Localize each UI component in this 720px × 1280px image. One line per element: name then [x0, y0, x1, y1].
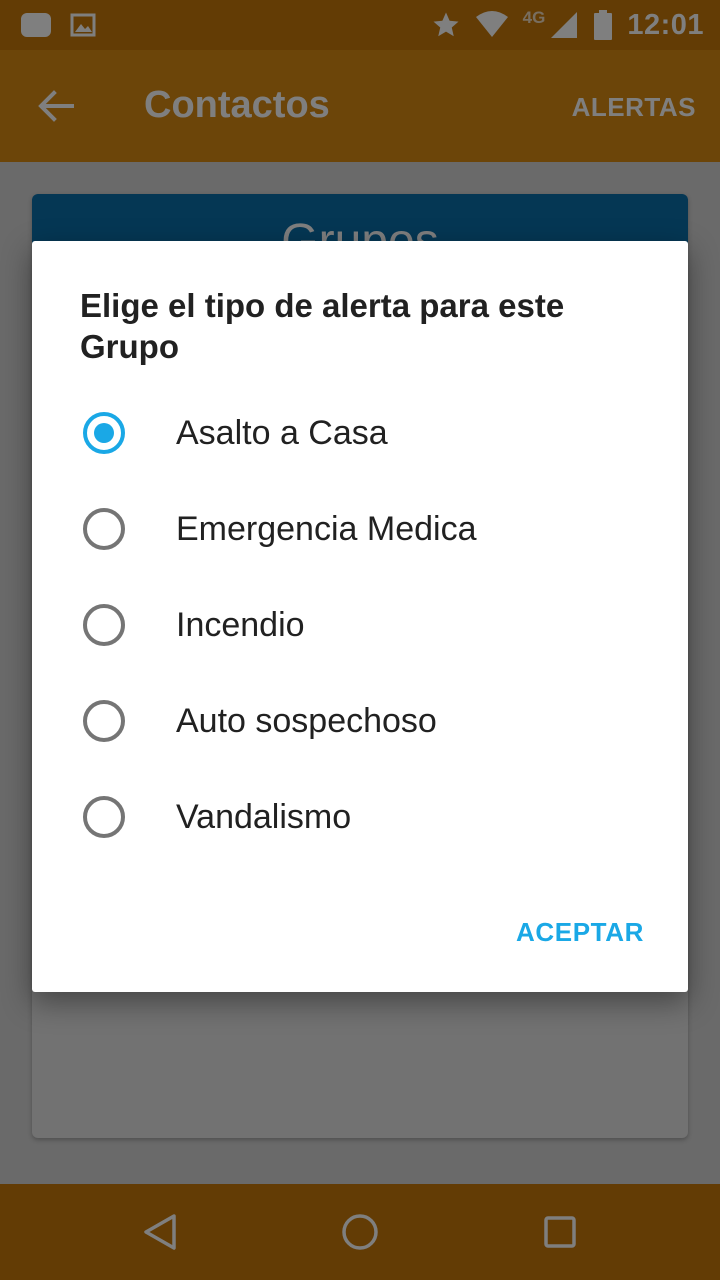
radio-checked-icon[interactable] [83, 412, 125, 454]
option-auto-sospechoso[interactable]: Auto sospechoso [32, 673, 688, 769]
radio-unchecked-icon[interactable] [83, 796, 125, 838]
alert-type-options: Asalto a Casa Emergencia Medica Incendio… [32, 385, 688, 865]
option-label: Vandalismo [176, 798, 352, 836]
option-emergencia-medica[interactable]: Emergencia Medica [32, 481, 688, 577]
option-label: Emergencia Medica [176, 510, 477, 548]
option-label: Incendio [176, 606, 305, 644]
option-incendio[interactable]: Incendio [32, 577, 688, 673]
option-vandalismo[interactable]: Vandalismo [32, 769, 688, 865]
accept-button[interactable]: ACEPTAR [516, 917, 644, 948]
option-asalto-a-casa[interactable]: Asalto a Casa [32, 385, 688, 481]
radio-unchecked-icon[interactable] [83, 604, 125, 646]
radio-unchecked-icon[interactable] [83, 508, 125, 550]
alert-type-dialog: Elige el tipo de alerta para este Grupo … [32, 241, 688, 992]
option-label: Auto sospechoso [176, 702, 437, 740]
option-label: Asalto a Casa [176, 414, 388, 452]
radio-unchecked-icon[interactable] [83, 700, 125, 742]
dialog-title: Elige el tipo de alerta para este Grupo [80, 287, 565, 365]
